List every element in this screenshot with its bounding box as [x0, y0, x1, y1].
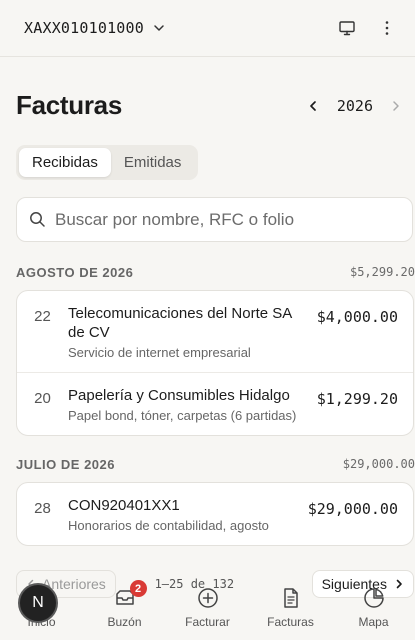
tab-recibidas[interactable]: Recibidas	[19, 148, 111, 177]
invoice-description: Papel bond, tóner, carpetas (6 partidas)	[68, 408, 297, 423]
invoice-description: Honorarios de contabilidad, agosto	[68, 518, 269, 533]
nav-label: Buzón	[107, 615, 142, 629]
monitor-icon[interactable]	[335, 16, 359, 40]
nav-label: Facturas	[267, 615, 314, 629]
nav-label: Facturar	[185, 615, 230, 629]
avatar[interactable]: N	[18, 583, 58, 623]
page-title: Facturas	[16, 90, 122, 120]
month-label: AGOSTO DE 2026	[16, 264, 134, 280]
invoice-row[interactable]: 28 CON920401XX1 Honorarios de contabilid…	[17, 483, 413, 545]
rfc-selector[interactable]: XAXX010101000	[24, 19, 144, 37]
invoice-tabs: Recibidas Emitidas	[16, 145, 198, 180]
invoice-day: 28	[34, 500, 51, 517]
next-year-chevron-icon[interactable]	[387, 97, 405, 115]
month-label: JULIO DE 2026	[16, 456, 115, 472]
tab-emitidas[interactable]: Emitidas	[111, 148, 195, 177]
plus-circle-icon	[196, 586, 220, 610]
nav-facturar[interactable]: Facturar	[166, 576, 249, 640]
invoice-amount: $29,000.00	[307, 500, 398, 518]
invoice-list: 28 CON920401XX1 Honorarios de contabilid…	[16, 482, 414, 546]
document-icon	[279, 586, 303, 610]
nav-label: Mapa	[358, 615, 389, 629]
invoice-day: 22	[34, 308, 51, 325]
notification-badge: 2	[129, 580, 147, 597]
search-input[interactable]	[55, 209, 385, 230]
invoice-amount: $4,000.00	[316, 308, 398, 326]
top-bar: XAXX010101000	[0, 0, 415, 57]
nav-facturas[interactable]: Facturas	[249, 576, 332, 640]
nav-buzon[interactable]: 2 Buzón	[83, 576, 166, 640]
invoice-issuer: CON920401XX1	[68, 497, 180, 514]
invoice-row[interactable]: 22 Telecomunicaciones del Norte SA de CV…	[17, 291, 413, 373]
year-navigator: 2026	[304, 97, 405, 115]
invoice-description: Servicio de internet empresarial	[68, 345, 251, 360]
month-header: JULIO DE 2026 $29,000.00	[0, 454, 415, 474]
invoice-issuer: Telecomunicaciones del Norte SA de CV	[68, 305, 292, 341]
invoice-list: 22 Telecomunicaciones del Norte SA de CV…	[16, 290, 414, 436]
invoice-day: 20	[34, 390, 51, 407]
month-total: $5,299.20	[349, 265, 415, 279]
pie-chart-icon	[362, 586, 386, 610]
month-total: $29,000.00	[342, 457, 415, 471]
invoice-issuer: Papelería y Consumibles Hidalgo	[68, 387, 290, 404]
nav-mapa[interactable]: Mapa	[332, 576, 415, 640]
month-header: AGOSTO DE 2026 $5,299.20	[0, 262, 415, 282]
invoice-amount: $1,299.20	[316, 390, 398, 408]
chevron-down-icon[interactable]	[153, 22, 165, 34]
year-label: 2026	[336, 96, 373, 115]
search-icon	[29, 211, 46, 228]
page-header: Facturas 2026	[0, 57, 415, 132]
inbox-icon: 2	[113, 580, 147, 610]
more-vertical-icon[interactable]	[375, 16, 399, 40]
search-box	[16, 197, 413, 242]
previous-year-chevron-icon[interactable]	[304, 97, 322, 115]
bottom-navigation: Inicio 2 Buzón Facturar Facturas Mapa	[0, 576, 415, 640]
invoice-row[interactable]: 20 Papelería y Consumibles Hidalgo Papel…	[17, 373, 413, 435]
